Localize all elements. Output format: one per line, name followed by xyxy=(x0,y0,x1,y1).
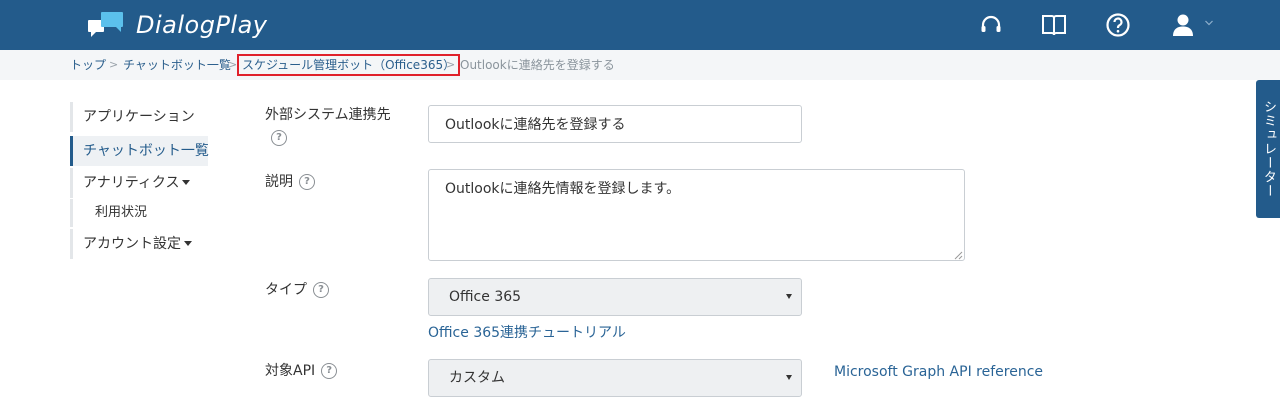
chevron-down-icon[interactable] xyxy=(1204,19,1214,27)
sidebar-item-analytics[interactable]: アナリティクス xyxy=(70,168,191,198)
breadcrumb-item-top[interactable]: トップ xyxy=(70,50,106,80)
sidebar-subitem-usage[interactable]: 利用状況 xyxy=(70,199,147,227)
breadcrumb-separator: > xyxy=(228,58,238,71)
help-icon[interactable]: ? xyxy=(321,363,338,379)
help-icon[interactable] xyxy=(1105,12,1131,38)
help-icon[interactable]: ? xyxy=(299,174,315,190)
caret-down-icon xyxy=(184,241,192,246)
system-name-input[interactable] xyxy=(428,105,802,143)
user-icon[interactable] xyxy=(1170,12,1196,38)
description-textarea[interactable]: Outlookに連絡先情報を登録します。 xyxy=(428,169,965,261)
breadcrumb-separator: > xyxy=(446,58,456,71)
api-select[interactable]: カスタム xyxy=(428,359,802,397)
resize-grip-icon[interactable] xyxy=(953,250,963,260)
caret-down-icon xyxy=(182,180,191,185)
breadcrumb-separator: > xyxy=(109,58,119,71)
top-header: DialogPlay xyxy=(0,0,1280,50)
breadcrumb-item-chatbot-list[interactable]: チャットボット一覧 xyxy=(123,50,231,80)
api-selected-value: カスタム xyxy=(449,370,505,386)
caret-down-icon xyxy=(786,375,792,380)
caret-down-icon xyxy=(786,294,792,299)
office365-tutorial-link[interactable]: Office 365連携チュートリアル xyxy=(428,322,626,342)
breadcrumb-item-current: Outlookに連絡先を登録する xyxy=(460,58,615,72)
help-icon[interactable]: ? xyxy=(271,130,287,146)
api-label: 対象API? xyxy=(265,360,338,380)
help-icon[interactable]: ? xyxy=(313,282,329,298)
sidebar-item-label: アナリティクス xyxy=(83,175,180,191)
system-label: 外部システム連携先 ? xyxy=(265,104,391,146)
sidebar-item-label: アカウント設定 xyxy=(83,236,181,252)
graph-api-reference-link[interactable]: Microsoft Graph API reference xyxy=(834,364,1043,380)
sidebar-item-account-settings[interactable]: アカウント設定 xyxy=(70,229,192,259)
system-label-text: 外部システム連携先 xyxy=(265,107,391,123)
type-label: タイプ? xyxy=(265,279,329,299)
sidebar-item-applications[interactable]: アプリケーション xyxy=(70,102,195,132)
type-selected-value: Office 365 xyxy=(449,289,522,305)
api-label-text: 対象API xyxy=(265,363,316,379)
type-label-text: タイプ xyxy=(265,282,307,298)
breadcrumb-item-bot[interactable]: スケジュール管理ボット（Office365） xyxy=(237,54,461,76)
chat-bubbles-logo-icon[interactable] xyxy=(88,12,124,38)
simulator-tab[interactable]: シミュレーター xyxy=(1256,80,1280,218)
breadcrumb: トップ > チャットボット一覧 > スケジュール管理ボット（Office365）… xyxy=(0,50,1280,80)
type-select[interactable]: Office 365 xyxy=(428,278,802,316)
description-label-text: 説明 xyxy=(265,174,293,190)
description-label: 説明? xyxy=(265,171,315,191)
headset-icon[interactable] xyxy=(978,12,1004,38)
sidebar-item-chatbot-list[interactable]: チャットボット一覧 xyxy=(70,136,209,166)
book-icon[interactable] xyxy=(1041,12,1067,38)
brand-name[interactable]: DialogPlay xyxy=(136,11,268,39)
